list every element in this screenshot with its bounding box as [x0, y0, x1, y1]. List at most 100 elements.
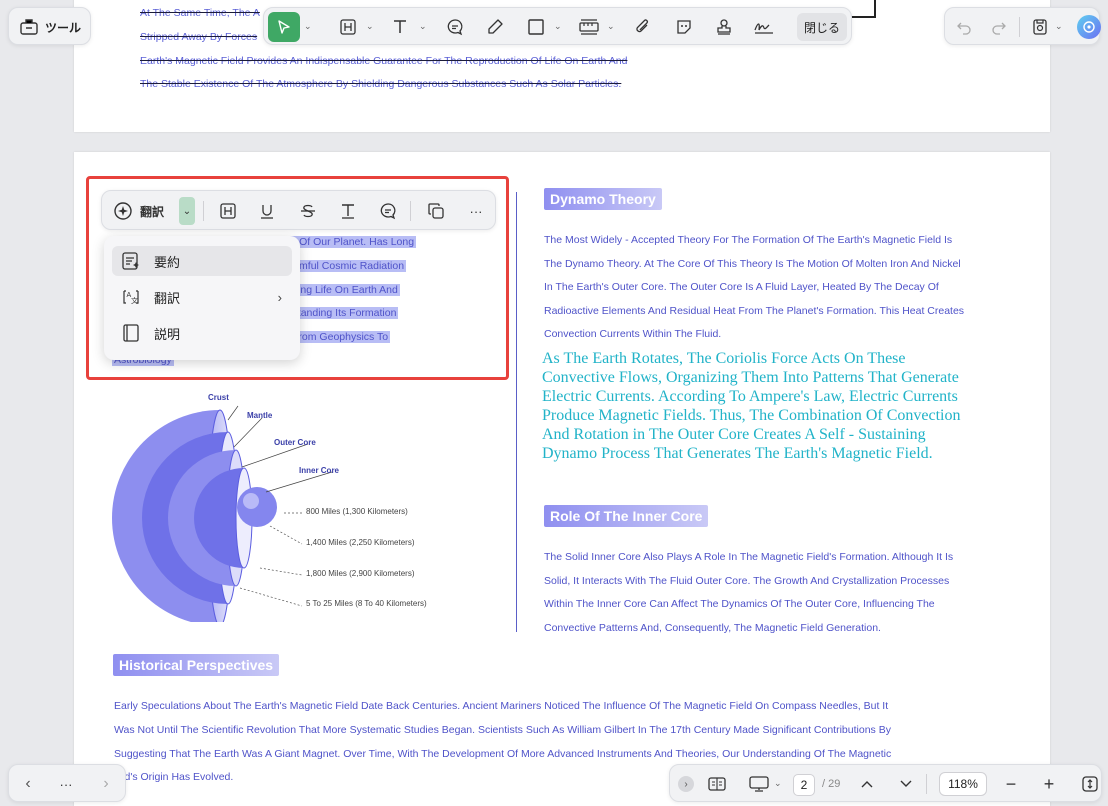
comment-tool-button[interactable] [376, 199, 400, 223]
text-icon [391, 18, 409, 36]
attach-tool-button[interactable] [631, 15, 655, 39]
page-number-input[interactable]: 2 [793, 774, 815, 796]
minus-icon: − [1005, 773, 1017, 794]
strikethrough-icon [299, 202, 317, 220]
menu-item-summarize[interactable]: 要約 [112, 246, 292, 276]
dynamo-line: The Dynamo Theory. At The Core Of This T… [544, 258, 961, 270]
paperclip-icon [634, 18, 652, 36]
section-heading-historical: Historical Perspectives [113, 654, 280, 676]
fit-page-icon [1081, 775, 1099, 793]
save-button[interactable] [1029, 16, 1051, 38]
historical-line: Was Not Until The Scientific Revolution … [114, 724, 891, 736]
summary-icon [120, 251, 142, 271]
copy-button[interactable] [424, 199, 448, 223]
toolbox-icon [19, 17, 39, 37]
highlight-tool-button[interactable] [336, 15, 360, 39]
chevron-left-icon: ‹ [25, 775, 31, 792]
redo-button[interactable] [988, 16, 1010, 38]
ai-assistant-button[interactable] [1077, 15, 1101, 39]
ruler-icon [579, 18, 599, 36]
ai-assistant-icon [1082, 20, 1096, 34]
close-button[interactable]: 閉じる [797, 13, 847, 41]
historical-line: Suggesting That The Earth Was A Giant Ma… [114, 748, 892, 760]
previous-button[interactable]: ‹ [17, 773, 39, 795]
tools-label: ツール [45, 21, 82, 35]
reading-mode-button[interactable] [706, 773, 728, 795]
comment-icon [379, 202, 397, 220]
chevron-down-icon[interactable]: ⌄ [304, 21, 312, 32]
zoom-level[interactable]: 118% [939, 772, 987, 796]
presentation-icon [748, 775, 770, 793]
strikethrough-tool-button[interactable] [296, 199, 320, 223]
diagram-measurement: 1,400 Miles (2,250 Kilometers) [306, 538, 415, 547]
total-pages: / 29 [822, 778, 841, 790]
ai-sparkle-icon [112, 200, 134, 222]
underline-tool-button[interactable] [255, 199, 279, 223]
save-icon [1031, 18, 1049, 36]
previous-page-button[interactable] [856, 773, 878, 795]
page-nav-left: ‹ ··· › [8, 764, 126, 802]
toolbar-divider [1019, 17, 1020, 37]
section-heading-dynamo: Dynamo Theory [544, 188, 662, 210]
signature-tool-button[interactable] [752, 15, 776, 39]
dynamo-serif-line: Electric Currents. According To Ampere's… [542, 388, 958, 405]
underline-icon [258, 202, 276, 220]
dynamo-serif-line: Produce Magnetic Fields. Thus, The Combi… [542, 407, 961, 424]
select-tool-button[interactable] [268, 12, 300, 42]
ai-translate-button[interactable]: 翻訳 [112, 199, 164, 223]
chevron-right-icon: › [103, 775, 109, 792]
text-tool-button[interactable] [388, 15, 412, 39]
svg-text:文: 文 [131, 296, 138, 305]
chevron-down-icon: ⌄ [182, 205, 192, 217]
chevron-down-icon[interactable]: ⌄ [1055, 21, 1063, 32]
shape-tool-button[interactable] [524, 15, 548, 39]
next-button[interactable]: › [95, 773, 117, 795]
menu-item-explain[interactable]: 説明 [112, 318, 292, 348]
chevron-right-icon: › [684, 778, 688, 790]
menu-item-translate[interactable]: A文 翻訳 › [112, 282, 292, 312]
presentation-button[interactable] [746, 773, 772, 795]
page-controls: › ⌄ 2 / 29 118% − + [669, 764, 1102, 802]
dynamo-line: Convection Currents Within The Fluid. [544, 328, 722, 340]
diagram-label: Crust [208, 393, 229, 402]
highlight-tool-button[interactable] [216, 199, 240, 223]
chevron-down-icon[interactable]: ⌄ [366, 21, 374, 32]
chevron-down-icon[interactable]: ⌄ [774, 778, 782, 789]
menu-item-label: 説明 [154, 326, 181, 342]
ai-dropdown-button[interactable]: ⌄ [179, 197, 195, 225]
toolbar-divider [926, 774, 927, 794]
collapse-button[interactable]: › [678, 776, 694, 792]
comment-tool-button[interactable] [443, 15, 467, 39]
fit-page-button[interactable] [1080, 773, 1100, 795]
zoom-in-button[interactable]: + [1038, 773, 1060, 795]
zoom-out-button[interactable]: − [1000, 773, 1022, 795]
measure-tool-button[interactable] [577, 15, 601, 39]
pen-tool-button[interactable] [483, 15, 507, 39]
next-page-button[interactable] [895, 773, 917, 795]
text-tool-button[interactable] [336, 199, 360, 223]
translate-icon: A文 [120, 287, 142, 307]
cursor-icon [276, 19, 292, 35]
highlight-icon [339, 18, 357, 36]
page1-line: Stripped Away By Forces [140, 31, 258, 43]
ai-dropdown-menu: 要約 A文 翻訳 › 説明 [104, 236, 300, 360]
more-options-button[interactable]: ··· [464, 199, 488, 223]
diagram-label: Mantle [247, 411, 273, 420]
chevron-down-icon[interactable]: ⌄ [419, 21, 427, 32]
more-button[interactable]: ··· [55, 773, 77, 795]
inner-core-line: Within The Inner Core Can Affect The Dyn… [544, 598, 935, 610]
chevron-down-icon[interactable]: ⌄ [554, 21, 562, 32]
page1-line: The Stable Existence Of The Atmosphere B… [140, 78, 622, 90]
tools-button[interactable]: ツール [8, 7, 91, 45]
stamp-tool-button[interactable] [712, 15, 736, 39]
menu-item-label: 要約 [154, 254, 181, 270]
dynamo-line: Radioactive Elements And Residual Heat F… [544, 305, 965, 317]
historical-line: ield's Origin Has Evolved. [114, 771, 234, 783]
pen-icon [486, 18, 504, 36]
chevron-down-icon[interactable]: ⌄ [607, 21, 615, 32]
sticker-tool-button[interactable] [672, 15, 696, 39]
undo-button[interactable] [953, 16, 975, 38]
undo-icon [956, 19, 972, 35]
chevron-right-icon: › [277, 289, 282, 305]
dynamo-serif-line: And Rotation in The Outer Core Creates A… [542, 426, 926, 443]
